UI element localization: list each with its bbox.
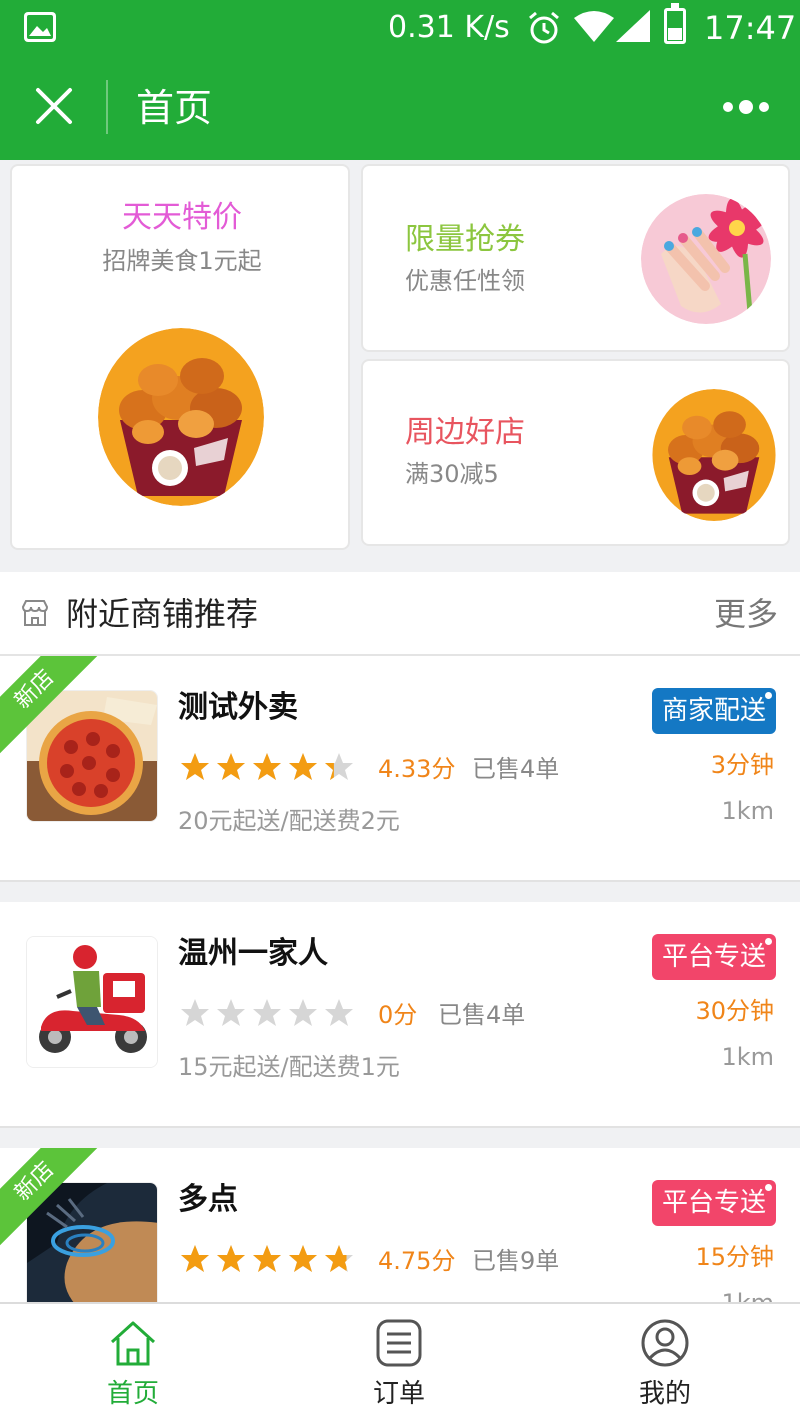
star-filled-icon xyxy=(181,753,209,780)
shop-thumbnail-staircase xyxy=(26,1182,158,1314)
shop-name: 测试外卖 xyxy=(178,690,298,725)
shop-sold-count: 已售4单 xyxy=(438,1001,526,1029)
promo-subtitle: 满30减5 xyxy=(405,460,499,488)
delivery-time: 3分钟 xyxy=(710,751,774,779)
shop-thumbnail-scooter xyxy=(26,936,158,1068)
battery-icon xyxy=(664,3,686,44)
status-bar: 0.31 K/s 17:47 xyxy=(0,0,800,56)
shop-sold-count: 已售4单 xyxy=(472,755,560,783)
promo-title: 限量抢券 xyxy=(405,222,525,257)
alarm-icon xyxy=(529,11,559,44)
star-filled-icon xyxy=(253,1245,281,1272)
close-icon[interactable] xyxy=(30,82,78,130)
home-icon xyxy=(110,1321,156,1366)
gallery-icon xyxy=(24,12,56,42)
shop-delivery-fee: 15元起送/配送费1元 xyxy=(178,1053,400,1081)
star-filled-icon xyxy=(325,753,353,780)
tab-label: 首页 xyxy=(106,1379,159,1409)
network-speed: 0.31 K/s xyxy=(388,10,510,45)
signal-icon xyxy=(616,10,650,42)
tab-label: 我的 xyxy=(638,1379,691,1409)
promo-nearby-shops[interactable]: 周边好店 满30减5 xyxy=(361,359,790,546)
section-title: 附近商铺推荐 xyxy=(66,595,259,633)
tab-home[interactable]: 首页 xyxy=(0,1304,266,1422)
promo-coupon[interactable]: 限量抢券 优惠任性领 xyxy=(361,164,790,352)
delivery-type-badge: 商家配送 xyxy=(651,688,776,734)
shop-score: 0分 xyxy=(378,1001,418,1029)
delivery-time: 30分钟 xyxy=(695,997,774,1025)
manicure-image xyxy=(641,194,771,324)
promo-subtitle: 招牌美食1元起 xyxy=(102,247,262,275)
shop-score: 4.75分 xyxy=(378,1247,456,1275)
store-icon xyxy=(21,600,49,626)
shop-distance: 1km xyxy=(721,1043,774,1071)
user-icon xyxy=(641,1319,689,1367)
star-filled-icon xyxy=(325,1245,353,1272)
promo-title: 天天特价 xyxy=(122,200,242,235)
delivery-type-badge: 平台专送 xyxy=(651,934,776,980)
shop-thumbnail-pizza xyxy=(26,690,158,822)
shop-card[interactable]: 温州一家人 0分 已售4单 15元起送/配送费1元 平台专送 30分钟 1km xyxy=(0,902,800,1128)
delivery-type-badge: 平台专送 xyxy=(651,1180,776,1226)
app-screen: 0.31 K/s 17:47 首页 天天特价 招牌美食1元起 限量抢券 优惠任性… xyxy=(0,0,800,1422)
nav-divider xyxy=(106,80,108,134)
star-empty-icon xyxy=(181,999,209,1026)
promo-subtitle: 优惠任性领 xyxy=(405,267,525,295)
star-filled-icon xyxy=(289,1245,317,1272)
shop-name: 多点 xyxy=(178,1182,238,1217)
star-empty-icon xyxy=(217,999,245,1026)
bottom-tab-bar: 首页 订单 我的 xyxy=(0,1302,800,1422)
shop-score: 4.33分 xyxy=(378,755,456,783)
promo-title: 周边好店 xyxy=(405,415,525,450)
promo-daily-special[interactable]: 天天特价 招牌美食1元起 xyxy=(10,164,350,550)
shop-sold-count: 已售9单 xyxy=(472,1247,560,1275)
star-filled-icon xyxy=(217,753,245,780)
star-filled-icon xyxy=(217,1245,245,1272)
tab-label: 订单 xyxy=(372,1379,425,1409)
more-icon[interactable] xyxy=(718,92,774,122)
star-empty-icon xyxy=(325,999,353,1026)
star-filled-icon xyxy=(289,753,317,780)
order-list-icon xyxy=(376,1319,422,1367)
status-time: 17:47 xyxy=(704,9,797,47)
nav-bar: 首页 xyxy=(0,56,800,160)
page-title: 首页 xyxy=(136,86,213,130)
star-empty-icon xyxy=(253,999,281,1026)
tab-orders[interactable]: 订单 xyxy=(266,1304,532,1422)
fried-chicken-image xyxy=(651,389,777,521)
more-link[interactable]: 更多 xyxy=(714,592,778,636)
star-filled-icon xyxy=(253,753,281,780)
fried-chicken-image xyxy=(98,328,264,506)
wifi-icon xyxy=(574,11,614,42)
shop-delivery-fee: 20元起送/配送费2元 xyxy=(178,807,400,835)
delivery-time: 15分钟 xyxy=(695,1243,774,1271)
star-empty-icon xyxy=(289,999,317,1026)
star-filled-icon xyxy=(181,1245,209,1272)
shop-card[interactable]: 新店 测试外卖 4.33分 已售4单 20元起送/配送费2元 商家配送 3分钟 … xyxy=(0,656,800,882)
shop-name: 温州一家人 xyxy=(178,936,328,971)
section-header: 附近商铺推荐 更多 xyxy=(0,572,800,656)
tab-profile[interactable]: 我的 xyxy=(532,1304,798,1422)
shop-distance: 1km xyxy=(721,797,774,825)
